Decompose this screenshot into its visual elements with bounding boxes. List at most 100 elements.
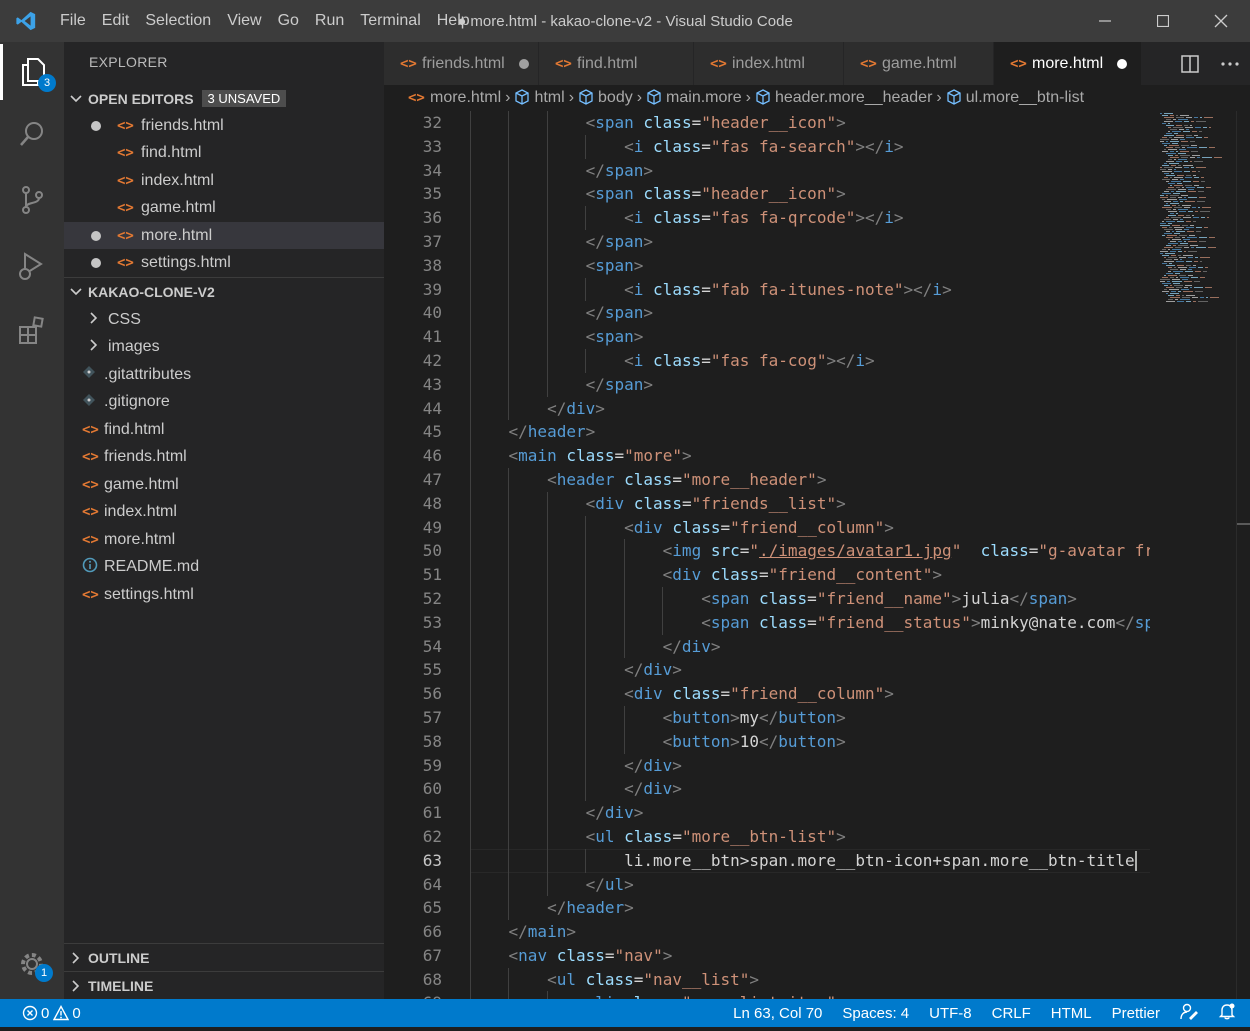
open-editor-item[interactable]: <> settings.html bbox=[64, 250, 384, 277]
code-line[interactable]: <button>10</button> bbox=[470, 729, 1150, 754]
code-line[interactable]: <i class="fab fa-itunes-note"></i> bbox=[470, 277, 1150, 302]
breadcrumb-item[interactable]: main.more bbox=[646, 88, 742, 108]
open-editor-item[interactable]: <> friends.html bbox=[64, 112, 384, 139]
code-line[interactable]: <span class="header__icon"> bbox=[470, 111, 1150, 135]
open-editors-header[interactable]: OPEN EDITORS 3 UNSAVED bbox=[64, 85, 384, 112]
minimap[interactable] bbox=[1154, 111, 1236, 999]
feedback-button[interactable] bbox=[1170, 1002, 1208, 1024]
file-item[interactable]: <> game.html bbox=[64, 471, 384, 498]
menu-view[interactable]: View bbox=[219, 0, 269, 42]
project-header[interactable]: KAKAO-CLONE-V2 bbox=[64, 278, 384, 305]
line-ending[interactable]: CRLF bbox=[982, 1005, 1041, 1022]
file-item[interactable]: .gitignore bbox=[64, 389, 384, 416]
unsaved-dot-icon[interactable] bbox=[518, 58, 529, 69]
menu-selection[interactable]: Selection bbox=[137, 0, 219, 42]
cursor-position[interactable]: Ln 63, Col 70 bbox=[723, 1005, 832, 1022]
code-line[interactable]: <li class="nav__list-item"> bbox=[470, 991, 1150, 999]
encoding[interactable]: UTF-8 bbox=[919, 1005, 982, 1022]
explorer-button[interactable]: 3 bbox=[0, 44, 64, 100]
code-line[interactable]: </span> bbox=[470, 229, 1150, 254]
code-line[interactable]: <div class="friend__content"> bbox=[470, 563, 1150, 587]
code-line[interactable]: </div> bbox=[470, 753, 1150, 778]
code-line[interactable]: <span> bbox=[470, 325, 1150, 349]
file-item[interactable]: <> find.html bbox=[64, 416, 384, 443]
code-line[interactable]: </div> bbox=[470, 801, 1150, 825]
code-line[interactable]: </main> bbox=[470, 920, 1150, 944]
code-line[interactable]: <nav class="nav"> bbox=[470, 943, 1150, 968]
outline-header[interactable]: OUTLINE bbox=[64, 944, 384, 971]
notifications-button[interactable] bbox=[1208, 1002, 1250, 1024]
breadcrumb-item[interactable]: <> more.html bbox=[408, 89, 501, 107]
code-line[interactable]: <i class="fas fa-cog"></i> bbox=[470, 348, 1150, 373]
code-line[interactable]: </span> bbox=[470, 158, 1150, 183]
file-item[interactable]: README.md bbox=[64, 554, 384, 581]
code-line[interactable]: <span class="friend__name">julia</span> bbox=[470, 586, 1150, 611]
formatter[interactable]: Prettier bbox=[1102, 1005, 1170, 1022]
code-line[interactable]: <ul class="more__btn-list"> bbox=[470, 824, 1150, 849]
menu-file[interactable]: File bbox=[52, 0, 94, 42]
search-button[interactable] bbox=[0, 106, 64, 162]
code-line[interactable]: </div> bbox=[470, 396, 1150, 421]
editor-scrollbar[interactable] bbox=[1236, 111, 1250, 999]
menu-terminal[interactable]: Terminal bbox=[352, 0, 428, 42]
code-line[interactable]: </header> bbox=[470, 420, 1150, 445]
file-item[interactable]: .gitattributes bbox=[64, 361, 384, 388]
folder-item[interactable]: CSS bbox=[64, 306, 384, 333]
tab-friends[interactable]: <> friends.html bbox=[384, 42, 539, 85]
indentation[interactable]: Spaces: 4 bbox=[832, 1005, 919, 1022]
unsaved-dot-icon[interactable] bbox=[1117, 58, 1128, 69]
code-line[interactable]: <span class="friend__status">minky@nate.… bbox=[470, 610, 1150, 635]
open-editor-item[interactable]: <> game.html bbox=[64, 195, 384, 222]
tab-more[interactable]: <> more.html bbox=[994, 42, 1142, 85]
file-item[interactable]: <> settings.html bbox=[64, 581, 384, 608]
code-line[interactable]: </span> bbox=[470, 301, 1150, 326]
minimize-button[interactable] bbox=[1076, 0, 1134, 42]
tab-index[interactable]: <> index.html bbox=[694, 42, 844, 85]
breadcrumb-item[interactable]: body bbox=[578, 88, 633, 108]
code-line[interactable]: <main class="more"> bbox=[470, 444, 1150, 468]
code-line[interactable]: </header> bbox=[470, 896, 1150, 921]
problems-indicator[interactable]: 0 0 bbox=[0, 1005, 81, 1022]
timeline-header[interactable]: TIMELINE bbox=[64, 972, 384, 999]
source-control-button[interactable] bbox=[0, 172, 64, 228]
menu-help[interactable]: Help bbox=[429, 0, 478, 42]
tab-find[interactable]: <> find.html bbox=[539, 42, 694, 85]
code-line[interactable]: </div> bbox=[470, 658, 1150, 683]
code-line[interactable]: <i class="fas fa-qrcode"></i> bbox=[470, 206, 1150, 230]
manage-button[interactable]: 1 bbox=[0, 936, 64, 992]
code-line[interactable]: </span> bbox=[470, 372, 1150, 397]
tab-game[interactable]: <> game.html bbox=[844, 42, 994, 85]
code-line[interactable]: <div class="friends__list"> bbox=[470, 491, 1150, 516]
run-debug-button[interactable] bbox=[0, 238, 64, 294]
close-window-button[interactable] bbox=[1192, 0, 1250, 42]
code-line[interactable]: </ul> bbox=[470, 872, 1150, 897]
code-line[interactable]: </div> bbox=[470, 634, 1150, 659]
open-editor-item[interactable]: <> find.html bbox=[64, 140, 384, 167]
split-editor-button[interactable] bbox=[1170, 54, 1210, 73]
menu-go[interactable]: Go bbox=[270, 0, 307, 42]
file-item[interactable]: <> index.html bbox=[64, 499, 384, 526]
code-line[interactable]: <header class="more__header"> bbox=[470, 467, 1150, 492]
folder-item[interactable]: images bbox=[64, 334, 384, 361]
code-line[interactable]: li.more__btn>span.more__btn-icon+span.mo… bbox=[470, 848, 1150, 873]
code-line[interactable]: <button>my</button> bbox=[470, 705, 1150, 730]
extensions-button[interactable] bbox=[0, 302, 64, 358]
code-line[interactable]: <img src="./images/avatar1.jpg" class="g… bbox=[470, 539, 1150, 564]
code-line[interactable]: <ul class="nav__list"> bbox=[470, 967, 1150, 992]
menu-edit[interactable]: Edit bbox=[94, 0, 138, 42]
menu-run[interactable]: Run bbox=[307, 0, 352, 42]
code-line[interactable]: <div class="friend__column"> bbox=[470, 682, 1150, 706]
file-item[interactable]: <> more.html bbox=[64, 526, 384, 553]
code-line[interactable]: <div class="friend__column"> bbox=[470, 515, 1150, 540]
code-editor[interactable]: 32 33 34 35 36 37 38 39 40 41 42 43 44 45 46 47 48 49 50 51… bbox=[384, 111, 1154, 999]
maximize-button[interactable] bbox=[1134, 0, 1192, 42]
breadcrumb-item[interactable]: ul.more__btn-list bbox=[946, 88, 1084, 108]
code-line[interactable]: <span> bbox=[470, 253, 1150, 278]
code-line[interactable]: <span class="header__icon"> bbox=[470, 182, 1150, 207]
file-item[interactable]: <> friends.html bbox=[64, 444, 384, 471]
code-area[interactable]: <span class="header__icon"> <i class="fa… bbox=[470, 111, 1150, 999]
more-actions-button[interactable] bbox=[1210, 61, 1250, 66]
breadcrumb-item[interactable]: header.more__header bbox=[755, 88, 932, 108]
language-mode[interactable]: HTML bbox=[1041, 1005, 1102, 1022]
code-line[interactable]: </div> bbox=[470, 777, 1150, 802]
